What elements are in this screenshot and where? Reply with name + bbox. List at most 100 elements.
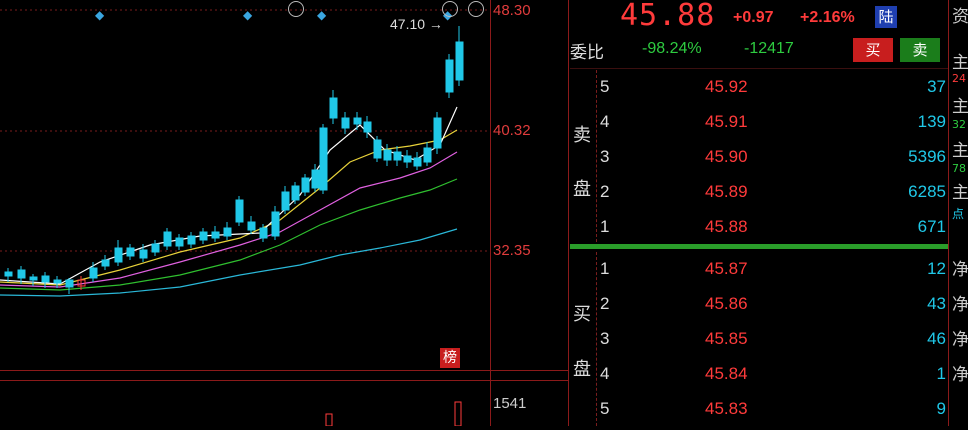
ma20-line bbox=[0, 151, 458, 288]
strip-char: 净 bbox=[952, 260, 968, 280]
last-price: 45.88 bbox=[620, 0, 716, 33]
divider bbox=[570, 68, 948, 69]
bid-row[interactable]: 4 45.84 1 bbox=[570, 364, 948, 390]
volume: 1 bbox=[936, 364, 946, 383]
kline-chart[interactable] bbox=[0, 0, 490, 427]
weibi-pct: -98.24% bbox=[642, 40, 702, 57]
bid-row[interactable]: 5 45.83 9 bbox=[570, 399, 948, 425]
candle-body bbox=[455, 41, 464, 81]
volume: 12 bbox=[927, 259, 946, 278]
volume: 6285 bbox=[908, 182, 946, 201]
ask-row[interactable]: 1 45.88 671 bbox=[570, 217, 948, 243]
market-tag[interactable]: 陆 bbox=[875, 6, 897, 28]
strip-char[interactable]: 资 bbox=[952, 2, 968, 27]
candle-body bbox=[114, 247, 123, 263]
price-change-pct: +2.16% bbox=[800, 9, 855, 26]
ask-row[interactable]: 4 45.91 139 bbox=[570, 112, 948, 138]
level: 3 bbox=[600, 147, 610, 166]
price: 45.89 bbox=[705, 182, 748, 201]
strip-char: 78 bbox=[952, 162, 966, 175]
price: 45.84 bbox=[705, 364, 748, 383]
bid-row[interactable]: 1 45.87 12 bbox=[570, 259, 948, 285]
strip-char: 净 bbox=[952, 330, 968, 350]
weibi-label: 委比 bbox=[570, 43, 604, 63]
peak-price-label: 47.10 → bbox=[390, 16, 443, 32]
candle-body bbox=[17, 269, 26, 279]
candle-body bbox=[199, 231, 208, 241]
event-marker-icon[interactable]: ◆ bbox=[243, 8, 252, 22]
price: 45.88 bbox=[705, 217, 748, 236]
level: 1 bbox=[600, 259, 610, 278]
buy-button[interactable]: 买 bbox=[853, 38, 893, 62]
bid-row[interactable]: 2 45.86 43 bbox=[570, 294, 948, 320]
strip-char: 净 bbox=[952, 295, 968, 315]
strip-char: 主 bbox=[952, 53, 968, 73]
circle-icon[interactable] bbox=[288, 1, 304, 17]
level: 3 bbox=[600, 329, 610, 348]
candle-body bbox=[403, 155, 412, 163]
price: 45.85 bbox=[705, 329, 748, 348]
circle-icon[interactable] bbox=[468, 1, 484, 17]
candle-body bbox=[163, 231, 172, 247]
price: 45.92 bbox=[705, 77, 748, 96]
axis-label-top: 48.30 bbox=[493, 2, 531, 19]
candle-body bbox=[53, 279, 62, 284]
volume: 5396 bbox=[908, 147, 946, 166]
candle-body bbox=[413, 157, 422, 167]
candle-body bbox=[223, 227, 232, 237]
axis-right-border bbox=[568, 0, 569, 426]
price: 45.83 bbox=[705, 399, 748, 418]
candle-body bbox=[329, 97, 338, 119]
volume-bar bbox=[454, 401, 462, 427]
strip-char: 主 bbox=[952, 97, 968, 117]
candle-body bbox=[175, 237, 184, 247]
candle-body bbox=[211, 231, 220, 239]
candle-body bbox=[393, 151, 402, 161]
price: 45.87 bbox=[705, 259, 748, 278]
quote-panel: 45.88 +0.97 +2.16% 陆 委比 -98.24% -12417 买… bbox=[570, 0, 948, 426]
kline-canvas[interactable] bbox=[0, 0, 490, 427]
price: 45.91 bbox=[705, 112, 748, 131]
candle-body bbox=[235, 199, 244, 223]
candle-body bbox=[353, 117, 362, 125]
candle-body bbox=[41, 275, 50, 283]
candle-body bbox=[247, 221, 256, 231]
weibi-diff: -12417 bbox=[744, 40, 794, 57]
axis-label-mid: 40.32 bbox=[493, 122, 531, 139]
price: 45.86 bbox=[705, 294, 748, 313]
candle-body bbox=[301, 177, 310, 193]
sell-button[interactable]: 卖 bbox=[900, 38, 940, 62]
level: 5 bbox=[600, 399, 610, 418]
ma5-line bbox=[0, 106, 458, 285]
candle-body bbox=[383, 149, 392, 161]
ask-row[interactable]: 2 45.89 6285 bbox=[570, 182, 948, 208]
candle-body bbox=[259, 227, 268, 239]
candle-body bbox=[271, 211, 280, 237]
ranking-badge[interactable]: 榜 bbox=[440, 348, 460, 368]
strip-char: 主 bbox=[952, 183, 968, 203]
level: 4 bbox=[600, 364, 610, 383]
volume: 46 bbox=[927, 329, 946, 348]
candle-body bbox=[4, 271, 13, 277]
volume: 9 bbox=[936, 399, 946, 418]
candle-body bbox=[373, 139, 382, 159]
volume-divider-2 bbox=[0, 380, 568, 381]
candle-body bbox=[139, 249, 148, 259]
axis-label-low: 32.35 bbox=[493, 242, 531, 259]
candle-body bbox=[281, 191, 290, 211]
ask-row[interactable]: 3 45.90 5396 bbox=[570, 147, 948, 173]
candle-body bbox=[433, 117, 442, 149]
event-marker-icon[interactable]: ◆ bbox=[95, 8, 104, 22]
volume: 671 bbox=[917, 217, 946, 236]
candle-body bbox=[341, 117, 350, 129]
event-marker-icon[interactable]: ◆ bbox=[317, 8, 326, 22]
ask-row[interactable]: 5 45.92 37 bbox=[570, 77, 948, 103]
level: 5 bbox=[600, 77, 610, 96]
bid-row[interactable]: 3 45.85 46 bbox=[570, 329, 948, 355]
candle-body bbox=[319, 127, 328, 191]
candle-body bbox=[101, 259, 110, 267]
circle-icon[interactable] bbox=[442, 1, 458, 17]
candle-body bbox=[29, 276, 38, 281]
candle-body bbox=[445, 59, 454, 93]
candle-body bbox=[311, 169, 320, 189]
